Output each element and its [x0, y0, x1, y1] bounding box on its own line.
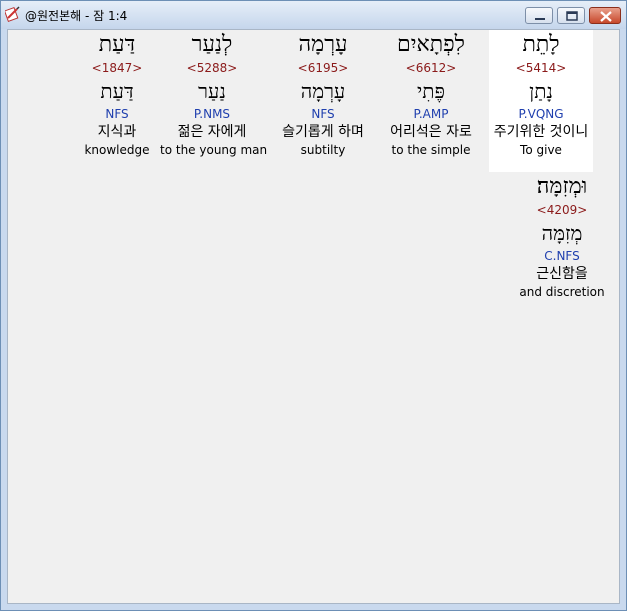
english-gloss: subtilty: [300, 143, 346, 157]
english-gloss: To give: [520, 143, 562, 157]
morphology-code: NFS: [311, 107, 335, 121]
maximize-icon: [566, 11, 578, 21]
hebrew-lemma: דַּעַת: [100, 79, 134, 103]
maximize-button[interactable]: [557, 7, 585, 24]
minimize-icon: [535, 18, 545, 20]
close-button[interactable]: [589, 7, 621, 24]
strong-number[interactable]: <5288>: [160, 60, 264, 76]
hebrew-lemma: נָתַן: [529, 79, 553, 103]
english-gloss: to the young man: [160, 143, 268, 157]
word-block[interactable]: עָרְמָה <6195> עָרְמָה NFS 슬기롭게 하며 subti…: [271, 30, 375, 158]
word-block[interactable]: לְנַעַר <5288> נַעַר P.NMS 젊은 자에게 to the…: [160, 30, 268, 158]
korean-gloss: 젊은 자에게: [177, 124, 247, 140]
interlinear-panel[interactable]: לָתֵת <5414> נָתַן P.VQNG 주기위한 것이니 To gi…: [7, 29, 620, 604]
hebrew-word: דַּעַת: [98, 32, 136, 57]
strong-number[interactable]: <1847>: [65, 60, 169, 76]
hebrew-lemma: נַעַר: [198, 79, 226, 103]
window-title: @원전본해 - 잠 1:4: [25, 9, 128, 23]
title-bar[interactable]: @원전본해 - 잠 1:4: [1, 1, 626, 29]
hebrew-word: לְנַעַר: [191, 32, 233, 57]
korean-gloss: 주기위한 것이니: [493, 124, 589, 140]
hebrew-word: לִפְתָאיִם: [397, 32, 465, 57]
morphology-code: P.AMP: [413, 107, 449, 121]
english-gloss: to the simple: [391, 143, 471, 157]
strong-number[interactable]: <5414>: [489, 60, 593, 76]
bible-app-icon[interactable]: [3, 6, 21, 22]
minimize-button[interactable]: [525, 7, 553, 24]
strong-number[interactable]: <4209>: [510, 202, 614, 218]
strong-number[interactable]: <6195>: [271, 60, 375, 76]
korean-gloss: 어리석은 자로: [390, 124, 472, 140]
strong-number[interactable]: <6612>: [379, 60, 483, 76]
english-gloss: knowledge: [84, 143, 150, 157]
hebrew-lemma: פֶּתִי: [417, 79, 445, 103]
morphology-code: NFS: [105, 107, 129, 121]
hebrew-word: וּמְזִמָּה׃: [536, 174, 588, 199]
english-gloss: and discretion: [519, 285, 605, 299]
morphology-code: P.VQNG: [518, 107, 564, 121]
app-window: @원전본해 - 잠 1:4 לָתֵת <5414> נָתַן P.VQNG …: [0, 0, 627, 611]
word-block[interactable]: לָתֵת <5414> נָתַן P.VQNG 주기위한 것이니 To gi…: [489, 30, 593, 172]
morphology-code: P.NMS: [193, 107, 231, 121]
hebrew-lemma: עָרְמָה: [300, 79, 346, 103]
hebrew-word: עָרְמָה: [298, 32, 348, 57]
korean-gloss: 지식과: [97, 124, 137, 140]
korean-gloss: 슬기롭게 하며: [282, 124, 364, 140]
word-block[interactable]: דַּעַת <1847> דַּעַת NFS 지식과 knowledge: [65, 30, 169, 158]
korean-gloss: 근신함을: [536, 266, 588, 282]
word-block[interactable]: לִפְתָאיִם <6612> פֶּתִי P.AMP 어리석은 자로 t…: [379, 30, 483, 158]
hebrew-lemma: מְזִמָּה: [541, 221, 583, 245]
word-block[interactable]: וּמְזִמָּה׃ <4209> מְזִמָּה C.NFS 근신함을 a…: [510, 172, 614, 300]
hebrew-word: לָתֵת: [522, 32, 560, 57]
close-icon: [600, 11, 612, 22]
morphology-code: C.NFS: [544, 249, 580, 263]
